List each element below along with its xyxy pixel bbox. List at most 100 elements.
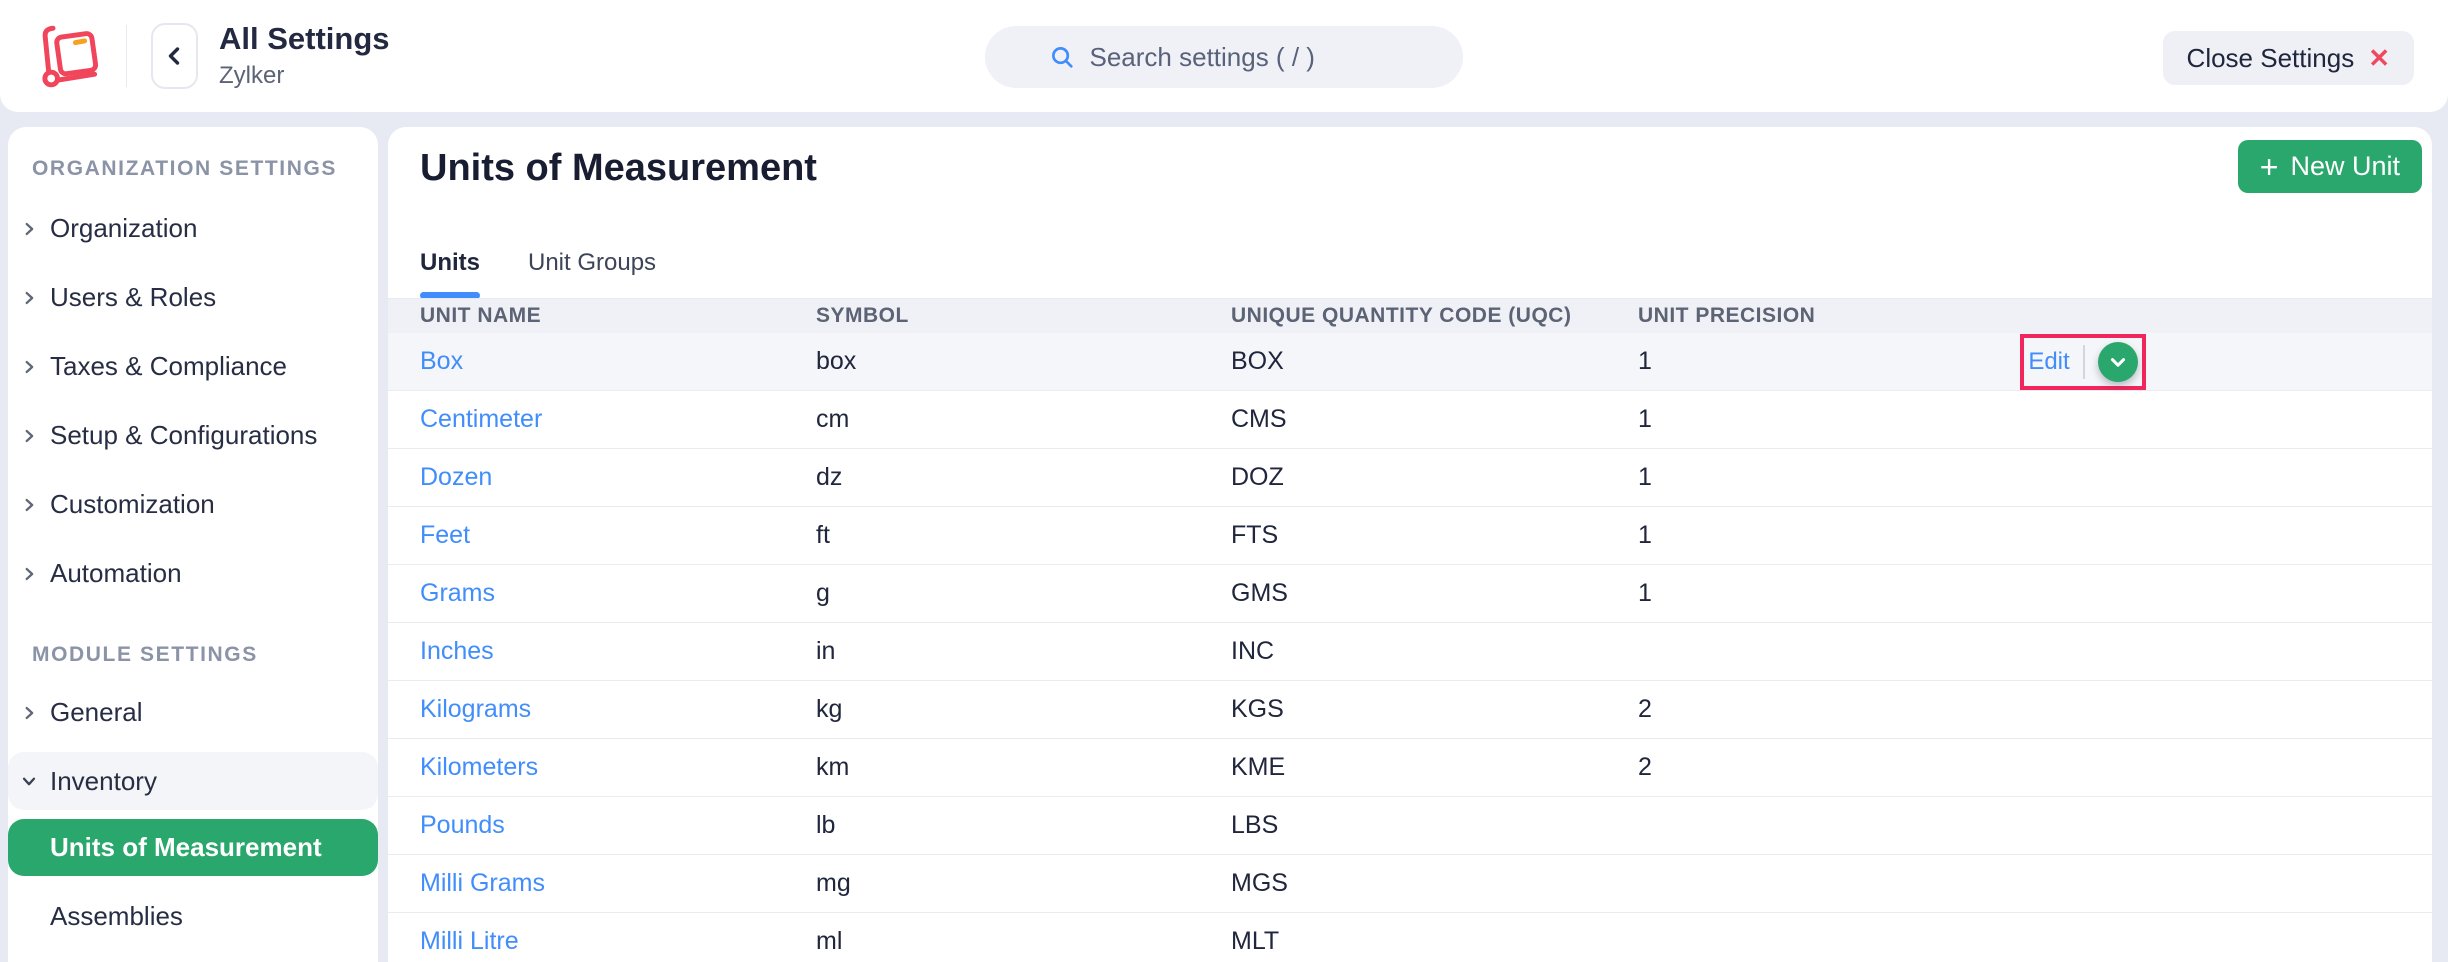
unit-uqc: GMS xyxy=(1231,579,1638,608)
new-unit-button[interactable]: + New Unit xyxy=(2238,140,2422,193)
unit-symbol: g xyxy=(816,579,1231,608)
search-icon xyxy=(1049,44,1076,71)
unit-precision: 1 xyxy=(1638,405,2020,434)
table-row[interactable]: Inches in INC xyxy=(388,623,2432,681)
unit-symbol: mg xyxy=(816,869,1231,898)
unit-symbol: kg xyxy=(816,695,1231,724)
page-title: Units of Measurement xyxy=(420,145,817,191)
column-header-unit-precision: UNIT PRECISION xyxy=(1638,304,2020,328)
table-row[interactable]: Kilometers km KME 2 xyxy=(388,739,2432,797)
sidebar-item-label: Units of Measurement xyxy=(50,832,322,863)
sidebar-item-assemblies[interactable]: Assemblies xyxy=(8,882,378,951)
table-row[interactable]: Kilograms kg KGS 2 xyxy=(388,681,2432,739)
unit-name-link[interactable]: Milli Grams xyxy=(420,869,816,898)
unit-symbol: in xyxy=(816,637,1231,666)
unit-symbol: km xyxy=(816,753,1231,782)
table-row[interactable]: Feet ft FTS 1 xyxy=(388,507,2432,565)
chevron-down-icon xyxy=(2107,351,2129,373)
unit-uqc: INC xyxy=(1231,637,1638,666)
unit-name-link[interactable]: Centimeter xyxy=(420,405,816,434)
close-settings-button[interactable]: Close Settings ✕ xyxy=(2163,31,2414,85)
table-row[interactable]: Box box BOX 1 Edit xyxy=(388,333,2432,391)
sidebar-item-units-of-measurement[interactable]: Units of Measurement xyxy=(8,819,378,876)
unit-symbol: box xyxy=(816,347,1231,376)
chevron-left-icon xyxy=(164,45,186,67)
chevron-right-icon xyxy=(20,702,38,724)
unit-name-link[interactable]: Pounds xyxy=(420,811,816,840)
search-input[interactable] xyxy=(1090,42,1400,73)
sidebar-item-label: Organization xyxy=(50,213,197,244)
unit-uqc: LBS xyxy=(1231,811,1638,840)
sidebar-item-inventory[interactable]: Inventory xyxy=(8,752,378,810)
unit-uqc: CMS xyxy=(1231,405,1638,434)
sidebar-item-label: Automation xyxy=(50,558,182,589)
table-row[interactable]: Grams g GMS 1 xyxy=(388,565,2432,623)
chevron-right-icon xyxy=(20,218,38,240)
unit-name-link[interactable]: Kilograms xyxy=(420,695,816,724)
unit-uqc: KGS xyxy=(1231,695,1638,724)
column-header-symbol: SYMBOL xyxy=(816,304,1231,328)
column-header-unit-name: UNIT NAME xyxy=(420,304,816,328)
tab-units[interactable]: Units xyxy=(420,249,480,292)
edit-action-highlight-box: Edit xyxy=(2020,334,2146,390)
unit-precision: 1 xyxy=(1638,463,2020,492)
unit-name-link[interactable]: Box xyxy=(420,347,816,376)
table-row[interactable]: Milli Litre ml MLT xyxy=(388,913,2432,962)
table-row[interactable]: Centimeter cm CMS 1 xyxy=(388,391,2432,449)
topbar-divider xyxy=(126,25,127,87)
unit-uqc: MLT xyxy=(1231,927,1638,956)
sidebar-item-automation[interactable]: Automation xyxy=(8,539,378,608)
sidebar-item-general[interactable]: General xyxy=(8,678,378,747)
sidebar-item-label: Customization xyxy=(50,489,215,520)
settings-sidebar: ORGANIZATION SETTINGS Organization Users… xyxy=(8,127,378,962)
units-tabs: Units Unit Groups xyxy=(420,249,656,292)
tab-unit-groups[interactable]: Unit Groups xyxy=(528,249,656,292)
section-label-organization-settings: ORGANIZATION SETTINGS xyxy=(32,157,378,181)
unit-precision: 2 xyxy=(1638,695,2020,724)
sidebar-item-setup-configurations[interactable]: Setup & Configurations xyxy=(8,401,378,470)
hand-truck-icon xyxy=(33,19,107,93)
chevron-down-icon xyxy=(20,770,38,792)
unit-name-link[interactable]: Kilometers xyxy=(420,753,816,782)
unit-name-link[interactable]: Milli Litre xyxy=(420,927,816,956)
top-bar: All Settings Zylker Close Settings ✕ xyxy=(0,0,2448,112)
table-row[interactable]: Milli Grams mg MGS xyxy=(388,855,2432,913)
unit-name-link[interactable]: Grams xyxy=(420,579,816,608)
sidebar-item-organization[interactable]: Organization xyxy=(8,194,378,263)
unit-uqc: BOX xyxy=(1231,347,1638,376)
close-settings-label: Close Settings xyxy=(2187,43,2355,74)
chevron-right-icon xyxy=(20,287,38,309)
sidebar-item-users-roles[interactable]: Users & Roles xyxy=(8,263,378,332)
unit-name-link[interactable]: Feet xyxy=(420,521,816,550)
sidebar-item-customization[interactable]: Customization xyxy=(8,470,378,539)
table-header-row: UNIT NAME SYMBOL UNIQUE QUANTITY CODE (U… xyxy=(388,299,2432,333)
sidebar-item-label: General xyxy=(50,697,143,728)
plus-icon: + xyxy=(2260,151,2279,183)
back-button[interactable] xyxy=(151,23,198,89)
sidebar-item-label: Taxes & Compliance xyxy=(50,351,287,382)
new-unit-label: New Unit xyxy=(2290,151,2400,182)
sidebar-item-label: Assemblies xyxy=(50,901,183,932)
unit-symbol: cm xyxy=(816,405,1231,434)
settings-search[interactable] xyxy=(985,26,1463,88)
unit-name-link[interactable]: Dozen xyxy=(420,463,816,492)
unit-name-link[interactable]: Inches xyxy=(420,637,816,666)
sidebar-item-label: Inventory xyxy=(50,766,157,797)
inventory-logo[interactable] xyxy=(32,16,108,96)
chevron-right-icon xyxy=(20,356,38,378)
column-header-uqc: UNIQUE QUANTITY CODE (UQC) xyxy=(1231,304,1638,328)
sidebar-item-taxes-compliance[interactable]: Taxes & Compliance xyxy=(8,332,378,401)
row-actions: Edit xyxy=(2020,333,2432,390)
page-header-title: All Settings xyxy=(219,22,390,56)
unit-symbol: ml xyxy=(816,927,1231,956)
unit-precision: 1 xyxy=(1638,579,2020,608)
chevron-right-icon xyxy=(20,494,38,516)
chevron-right-icon xyxy=(20,425,38,447)
row-expand-button[interactable] xyxy=(2098,342,2138,382)
units-of-measurement-panel: Units of Measurement + New Unit Units Un… xyxy=(388,127,2432,962)
edit-link[interactable]: Edit xyxy=(2028,348,2069,376)
table-row[interactable]: Dozen dz DOZ 1 xyxy=(388,449,2432,507)
table-row[interactable]: Pounds lb LBS xyxy=(388,797,2432,855)
section-label-module-settings: MODULE SETTINGS xyxy=(32,643,378,667)
unit-symbol: ft xyxy=(816,521,1231,550)
